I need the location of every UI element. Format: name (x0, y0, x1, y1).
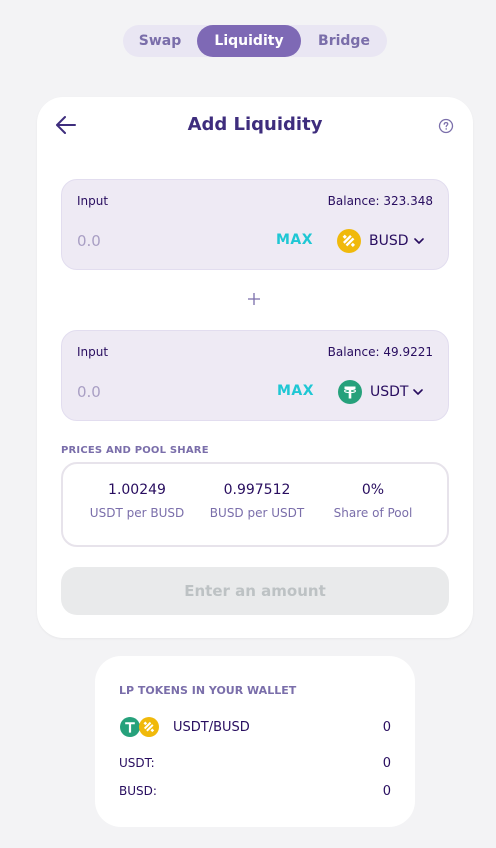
lp-pair: USDT/BUSD (119, 716, 250, 738)
price-value: 0.997512 (223, 482, 291, 498)
price-value: 0% (361, 482, 385, 498)
busd-icon (337, 229, 361, 253)
price-usdt-per-busd: 1.00249 USDT per BUSD (87, 482, 187, 520)
tab-bridge[interactable]: Bridge (301, 25, 387, 57)
lp-pair-value: 0 (382, 720, 391, 735)
lp-usdt-value: 0 (382, 756, 391, 771)
prices-section-label: PRICES AND POOL SHARE (61, 445, 209, 456)
prices-pool-share-box: 1.00249 USDT per BUSD 0.997512 BUSD per … (61, 462, 449, 547)
amount-input-b[interactable] (77, 383, 227, 401)
chevron-down-icon (413, 389, 424, 395)
pair-logo-icon (120, 717, 159, 737)
currency-input-panel-a: Input Balance: 323.348 MAX BUSD (61, 179, 449, 270)
lp-tokens-card: LP TOKENS IN YOUR WALLET USDT/BUSD 0 USD… (95, 656, 415, 827)
balance-label: Balance: 49.9221 (327, 345, 433, 359)
currency-symbol: USDT (370, 384, 409, 400)
currency-input-panel-b: Input Balance: 49.9221 MAX USDT (61, 330, 449, 421)
tab-swap[interactable]: Swap (123, 25, 197, 57)
chevron-down-icon (413, 238, 424, 244)
enter-amount-button[interactable]: Enter an amount (61, 567, 449, 615)
usdt-icon (338, 380, 362, 404)
lp-usdt-label: USDT: (119, 756, 155, 770)
max-button-a[interactable]: MAX (276, 232, 313, 248)
plus-icon (248, 293, 260, 305)
input-label: Input (77, 194, 109, 208)
tab-bar: Swap Liquidity Bridge (123, 25, 387, 57)
input-label: Input (77, 345, 109, 359)
page-title: Add Liquidity (187, 114, 323, 135)
tab-liquidity[interactable]: Liquidity (197, 25, 301, 57)
max-button-b[interactable]: MAX (277, 383, 314, 399)
price-label: BUSD per USDT (209, 506, 305, 520)
share-of-pool: 0% Share of Pool (328, 482, 418, 520)
lp-pair-label: USDT/BUSD (173, 719, 250, 735)
amount-input-a[interactable] (77, 232, 227, 250)
price-busd-per-usdt: 0.997512 BUSD per USDT (207, 482, 307, 520)
balance-label: Balance: 323.348 (327, 194, 433, 208)
lp-busd-label: BUSD: (119, 784, 157, 798)
currency-select-b[interactable]: USDT (338, 379, 424, 405)
currency-select-a[interactable]: BUSD (337, 228, 424, 254)
add-liquidity-card: Add Liquidity Input Balance: 323.348 MAX… (37, 97, 473, 638)
lp-busd-value: 0 (382, 784, 391, 799)
currency-symbol: BUSD (369, 233, 409, 249)
price-value: 1.00249 (108, 482, 166, 498)
price-label: Share of Pool (333, 506, 413, 520)
lp-tokens-title: LP TOKENS IN YOUR WALLET (119, 684, 297, 697)
price-label: USDT per BUSD (89, 506, 185, 520)
help-icon[interactable] (438, 118, 454, 134)
